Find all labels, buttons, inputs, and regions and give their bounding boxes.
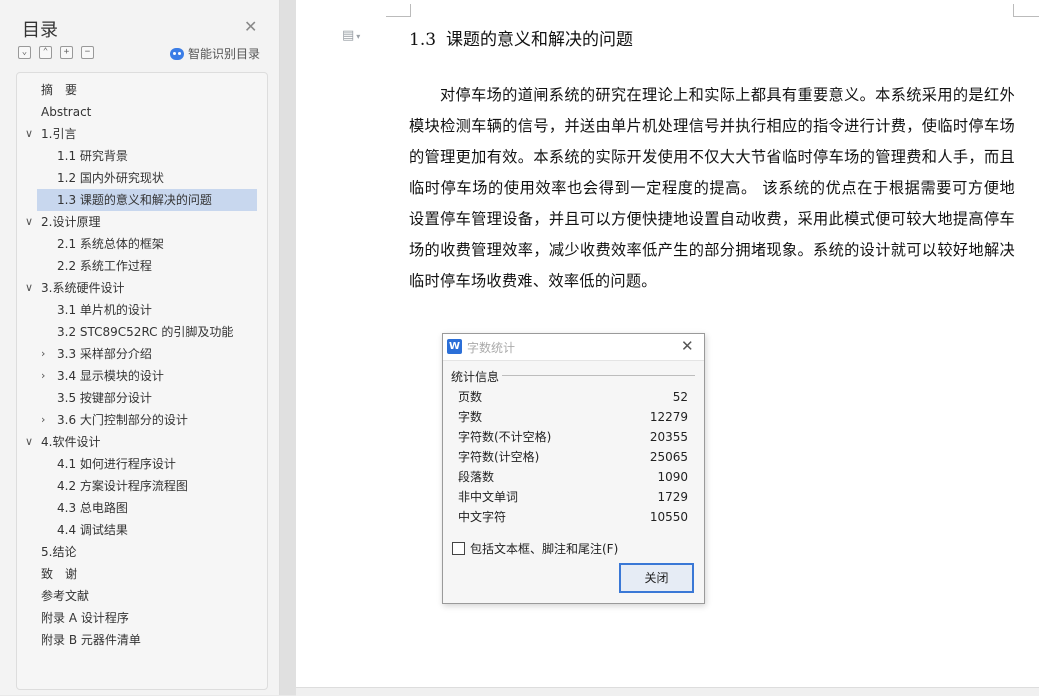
chevron-down-icon[interactable]: ∨ — [25, 211, 33, 233]
chevron-right-icon[interactable]: › — [41, 365, 45, 387]
checkbox-box[interactable] — [452, 542, 465, 555]
close-button[interactable]: 关闭 — [619, 563, 694, 593]
toc-item[interactable]: 3.系统硬件设计 — [41, 277, 124, 299]
toc-item[interactable]: 1.1 研究背景 — [57, 145, 128, 167]
stat-row: 段落数 1090 — [458, 467, 688, 487]
margin-mark-right — [1013, 4, 1039, 17]
stat-value: 25065 — [649, 450, 688, 464]
word-count-dialog: W 字数统计 ✕ 统计信息 页数 52 字数 12279 字符数(不计空格) 20355 字… — [442, 333, 705, 604]
toc-item[interactable]: 附录 A 设计程序 — [41, 607, 129, 629]
collapse-icon[interactable]: ⌄ — [18, 46, 31, 59]
toc-item[interactable]: 2.1 系统总体的框架 — [57, 233, 164, 255]
stats-group-label: 统计信息 — [451, 368, 503, 385]
dialog-close-icon[interactable]: ✕ — [681, 337, 694, 355]
toc-item[interactable]: 附录 B 元器件清单 — [41, 629, 141, 651]
toc-item[interactable]: 4.2 方案设计程序流程图 — [57, 475, 188, 497]
add-heading-icon[interactable]: + — [60, 46, 73, 59]
stat-value: 20355 — [649, 430, 688, 444]
stat-row: 中文字符 10550 — [458, 507, 688, 527]
pane-splitter[interactable] — [280, 0, 296, 695]
stat-row: 页数 52 — [458, 387, 688, 407]
toc-item[interactable]: 4.4 调试结果 — [57, 519, 128, 541]
stat-row: 非中文单词 1729 — [458, 487, 688, 507]
dialog-titlebar: W 字数统计 ✕ — [443, 334, 704, 361]
toc-item[interactable]: 摘 要 — [41, 79, 77, 101]
toc-item[interactable]: 1.3 课题的意义和解决的问题 — [37, 189, 257, 211]
stat-label: 字数 — [458, 410, 483, 424]
checkbox-label: 包括文本框、脚注和尾注(F) — [470, 542, 619, 556]
expand-icon[interactable]: ⌃ — [39, 46, 52, 59]
toc-item[interactable]: 5.结论 — [41, 541, 76, 563]
toc-list: 摘 要 Abstract ∨ 1.引言 1.1 研究背景 1.2 国内外研究现状 1.3 课… — [16, 72, 268, 690]
stat-value: 1729 — [657, 490, 688, 504]
toc-item[interactable]: 参考文献 — [41, 585, 89, 607]
toc-close-icon[interactable]: ✕ — [244, 17, 257, 36]
toc-item[interactable]: 3.3 采样部分介绍 — [57, 343, 152, 365]
toc-title: 目录 — [22, 20, 58, 41]
stat-label: 页数 — [458, 390, 483, 404]
smart-toc-label: 智能识别目录 — [188, 47, 261, 61]
chevron-down-icon[interactable]: ∨ — [25, 123, 33, 145]
stat-row: 字符数(计空格) 25065 — [458, 447, 688, 467]
toc-item[interactable]: 1.引言 — [41, 123, 76, 145]
stat-label: 中文字符 — [458, 510, 507, 524]
chevron-right-icon[interactable]: › — [41, 343, 45, 365]
wps-logo-icon: W — [447, 339, 462, 354]
stat-label: 段落数 — [458, 470, 495, 484]
stat-label: 字符数(计空格) — [458, 450, 540, 464]
toc-item[interactable]: 2.2 系统工作过程 — [57, 255, 152, 277]
stat-row: 字符数(不计空格) 20355 — [458, 427, 688, 447]
stat-row: 字数 12279 — [458, 407, 688, 427]
toc-item[interactable]: 3.1 单片机的设计 — [57, 299, 152, 321]
chevron-right-icon[interactable]: › — [41, 409, 45, 431]
stat-label: 非中文单词 — [458, 490, 519, 504]
toc-item[interactable]: 4.1 如何进行程序设计 — [57, 453, 176, 475]
toc-item[interactable]: 3.5 按键部分设计 — [57, 387, 152, 409]
stat-value: 52 — [672, 390, 688, 404]
toc-item[interactable]: 3.2 STC89C52RC 的引脚及功能 — [57, 321, 233, 343]
toc-item[interactable]: 3.6 大门控制部分的设计 — [57, 409, 188, 431]
robot-icon — [170, 47, 184, 60]
chevron-down-icon[interactable]: ∨ — [25, 431, 33, 453]
margin-mark-left — [386, 4, 411, 17]
stat-value: 10550 — [649, 510, 688, 524]
stat-value: 12279 — [649, 410, 688, 424]
toc-item[interactable]: 4.3 总电路图 — [57, 497, 128, 519]
dialog-title: 字数统计 — [467, 341, 516, 355]
toc-item[interactable]: 1.2 国内外研究现状 — [57, 167, 164, 189]
chevron-down-icon[interactable]: ∨ — [25, 277, 33, 299]
document-icon[interactable]: ▤ ▾ — [342, 28, 360, 43]
include-textbox-checkbox[interactable]: 包括文本框、脚注和尾注(F) — [452, 540, 618, 557]
heading-number: 1.3 — [409, 30, 437, 50]
toc-item[interactable]: 3.4 显示模块的设计 — [57, 365, 164, 387]
section-heading: 1.3 课题的意义和解决的问题 — [409, 25, 633, 50]
toc-toolbar: ⌄ ⌃ + − — [18, 46, 94, 59]
smart-toc-button[interactable]: 智能识别目录 — [170, 45, 260, 62]
toc-pane: 目录 ✕ ⌄ ⌃ + − 智能识别目录 摘 要 Abstract ∨ 1.引言 1.1 … — [0, 0, 280, 695]
toc-item[interactable]: 2.设计原理 — [41, 211, 100, 233]
stat-value: 1090 — [657, 470, 688, 484]
toc-item[interactable]: 4.软件设计 — [41, 431, 100, 453]
heading-text: 课题的意义和解决的问题 — [446, 30, 634, 50]
stat-label: 字符数(不计空格) — [458, 430, 552, 444]
body-paragraph: 对停车场的道闸系统的研究在理论上和实际上都具有重要意义。本系统采用的是红外模块检… — [409, 86, 1015, 290]
toc-item[interactable]: 致 谢 — [41, 563, 77, 585]
remove-heading-icon[interactable]: − — [81, 46, 94, 59]
toc-item[interactable]: Abstract — [41, 101, 91, 123]
